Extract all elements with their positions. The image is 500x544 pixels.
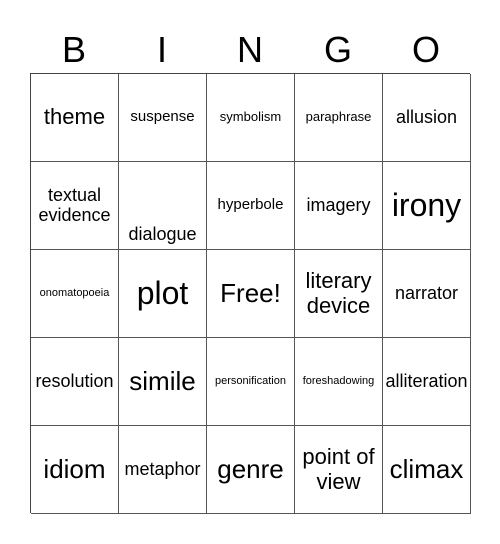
bingo-header: B I N G O	[30, 28, 470, 73]
bingo-cell[interactable]: simile	[119, 338, 207, 426]
bingo-cell[interactable]: theme	[31, 74, 119, 162]
header-letter-o: O	[411, 29, 440, 70]
bingo-cell[interactable]: personification	[207, 338, 295, 426]
bingo-cell[interactable]: allusion	[383, 74, 471, 162]
bingo-grid: theme suspense symbolism paraphrase allu…	[30, 73, 471, 514]
bingo-cell[interactable]: narrator	[383, 250, 471, 338]
bingo-cell[interactable]: resolution	[31, 338, 119, 426]
bingo-cell[interactable]: textual evidence	[31, 162, 119, 250]
bingo-cell[interactable]: paraphrase	[295, 74, 383, 162]
bingo-cell[interactable]: literary device	[295, 250, 383, 338]
header-letter-b: B	[61, 29, 86, 70]
bingo-cell[interactable]: onomatopoeia	[31, 250, 119, 338]
header-letter-g: G	[323, 29, 352, 70]
header-letter-n: N	[237, 29, 263, 70]
bingo-cell[interactable]: suspense	[119, 74, 207, 162]
bingo-cell[interactable]: point of view	[295, 426, 383, 514]
bingo-cell[interactable]: imagery	[295, 162, 383, 250]
free-space-cell[interactable]: Free!	[207, 250, 295, 338]
bingo-cell[interactable]: metaphor	[119, 426, 207, 514]
bingo-cell[interactable]: irony	[383, 162, 471, 250]
bingo-cell[interactable]: plot	[119, 250, 207, 338]
bingo-cell[interactable]: dialogue	[119, 162, 207, 250]
bingo-cell[interactable]: hyperbole	[207, 162, 295, 250]
bingo-cell[interactable]: alliteration	[383, 338, 471, 426]
header-letter-i: I	[156, 29, 167, 70]
bingo-cell[interactable]: foreshadowing	[295, 338, 383, 426]
bingo-cell[interactable]: climax	[383, 426, 471, 514]
bingo-cell[interactable]: genre	[207, 426, 295, 514]
bingo-cell[interactable]: symbolism	[207, 74, 295, 162]
bingo-cell[interactable]: idiom	[31, 426, 119, 514]
